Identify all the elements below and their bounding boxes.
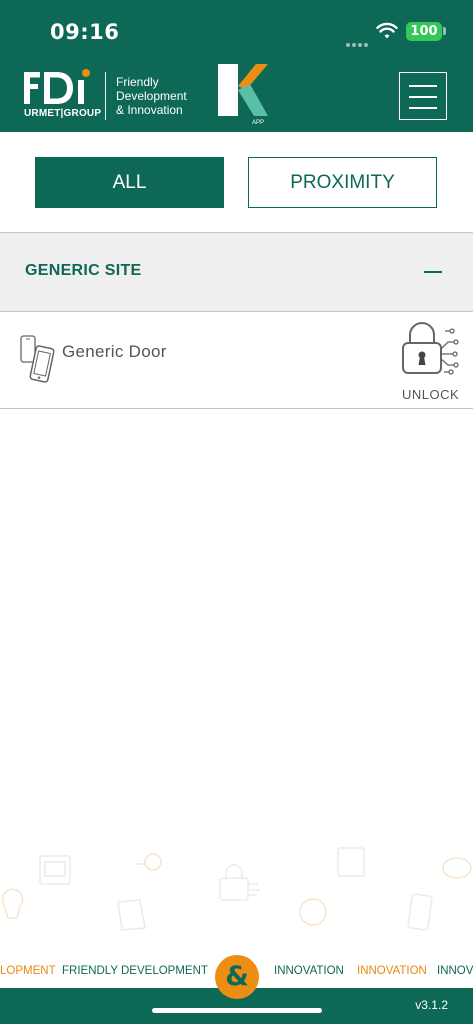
padlock-circuit-icon — [402, 322, 459, 375]
wifi-icon — [376, 22, 398, 39]
site-title: GENERIC SITE — [25, 262, 142, 279]
status-time: 09:16 — [50, 20, 120, 44]
tagline-line-3: & Innovation — [116, 103, 183, 117]
tagline-line-2: Development — [116, 89, 187, 103]
door-list-item: Generic Door UNLOCK — [0, 312, 473, 409]
hamburger-menu-button[interactable] — [399, 72, 447, 120]
phones-icon — [20, 335, 55, 383]
k-app-logo: APP — [218, 64, 268, 126]
decorative-background-illustration — [1, 847, 472, 931]
app-logo-caption: APP — [252, 120, 264, 126]
site-section-header[interactable]: GENERIC SITE — [0, 232, 473, 312]
collapse-button[interactable] — [420, 257, 448, 287]
menu-bar-3 — [409, 107, 437, 109]
ampersand-button[interactable]: & — [215, 955, 259, 999]
unlock-button[interactable]: UNLOCK — [394, 316, 466, 406]
brand-tagline: Friendly Development & Innovation — [116, 75, 187, 117]
cellular-signal-icon — [346, 34, 370, 52]
ticker-item: INNOVATION — [274, 965, 344, 977]
menu-bar-1 — [409, 85, 437, 87]
fdi-logo — [24, 69, 90, 104]
app-version: v3.1.2 — [415, 998, 448, 1012]
tagline-line-1: Friendly — [116, 75, 159, 89]
minus-icon — [424, 271, 442, 273]
status-bar: 09:16 100 — [0, 0, 473, 60]
ticker-item: INNOV — [437, 965, 473, 977]
battery-tip — [443, 27, 446, 35]
home-indicator[interactable] — [152, 1008, 322, 1013]
fdi-group-label: URMET|GROUP — [24, 108, 102, 119]
menu-bar-2 — [409, 96, 437, 98]
filter-bar: ALL PROXIMITY — [0, 132, 473, 232]
ticker-item: FRIENDLY DEVELOPMENT — [62, 965, 208, 977]
app-header: 09:16 100 URMET|GROUP Friendly Developme… — [0, 0, 473, 132]
door-name: Generic Door — [62, 342, 167, 361]
filter-proximity-button[interactable]: PROXIMITY — [248, 157, 437, 208]
unlock-label: UNLOCK — [402, 387, 460, 402]
filter-all-button[interactable]: ALL — [35, 157, 224, 208]
ticker-item: LOPMENT — [0, 965, 56, 977]
battery-indicator: 100 — [406, 22, 442, 41]
brand-divider — [105, 72, 106, 120]
ticker-item: INNOVATION — [357, 965, 427, 977]
